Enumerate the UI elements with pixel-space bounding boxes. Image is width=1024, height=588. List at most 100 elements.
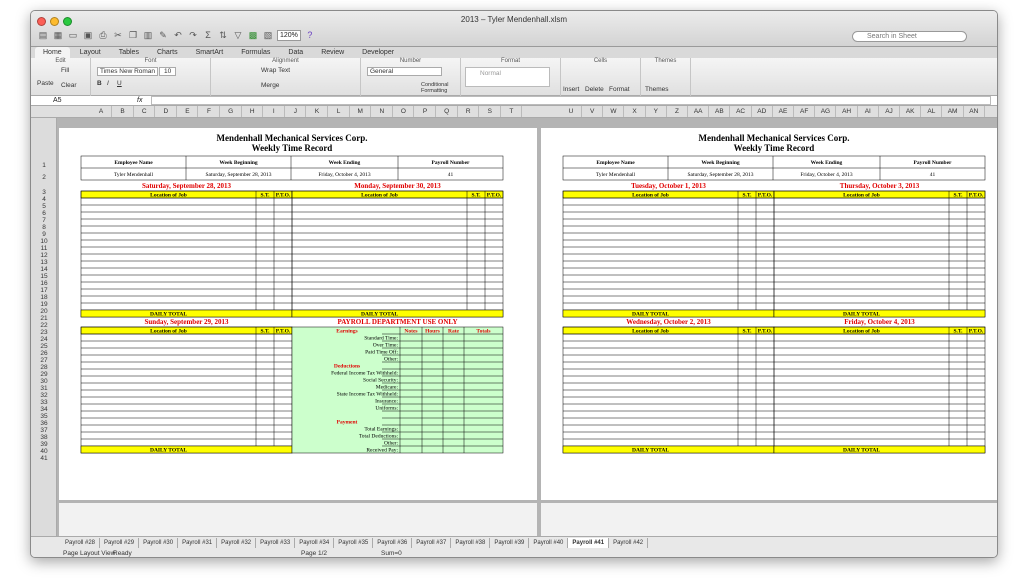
autosum-icon[interactable]: Σ [202, 29, 214, 41]
column-header[interactable]: I [264, 106, 285, 117]
save-icon[interactable]: ▣ [82, 29, 94, 41]
sheet-tab[interactable]: Payroll #30 [139, 538, 179, 548]
column-header[interactable]: AG [815, 106, 837, 117]
sheet-tab[interactable]: Payroll #42 [609, 538, 649, 548]
sheet-tab[interactable]: Payroll #36 [373, 538, 413, 548]
filter-icon[interactable]: ▽ [232, 29, 244, 41]
row-header[interactable]: 27 [31, 357, 57, 364]
row-header[interactable]: 9 [31, 231, 57, 238]
new-icon[interactable]: ▤ [37, 29, 49, 41]
row-header[interactable]: 13 [31, 259, 57, 266]
fx-icon[interactable]: fx [137, 96, 142, 105]
sum-label[interactable]: Sum=0 [381, 548, 402, 557]
sheet-tab[interactable]: Payroll #40 [529, 538, 569, 548]
row-header[interactable]: 17 [31, 287, 57, 294]
row-header[interactable]: 8 [31, 224, 57, 231]
sheet-tab[interactable]: Payroll #38 [451, 538, 491, 548]
italic-icon[interactable]: I [107, 80, 109, 87]
themes-button[interactable]: Themes [645, 86, 668, 93]
column-header[interactable]: Q [437, 106, 458, 117]
row-header[interactable]: 26 [31, 350, 57, 357]
column-header[interactable]: Z [667, 106, 688, 117]
column-header[interactable]: S [480, 106, 501, 117]
column-header[interactable]: AN [964, 106, 985, 117]
row-header[interactable]: 28 [31, 364, 57, 371]
tab-review[interactable]: Review [313, 47, 352, 58]
sheet-tab[interactable]: Payroll #32 [217, 538, 257, 548]
cell-reference[interactable]: A5 [53, 96, 62, 105]
tab-smartart[interactable]: SmartArt [188, 47, 232, 58]
row-header[interactable]: 19 [31, 301, 57, 308]
column-header[interactable]: L [329, 106, 350, 117]
row-header[interactable]: 40 [31, 448, 57, 455]
clear-button[interactable]: Clear [61, 82, 77, 89]
help-icon[interactable]: ? [304, 29, 316, 41]
row-header[interactable]: 18 [31, 294, 57, 301]
tab-charts[interactable]: Charts [149, 47, 186, 58]
row-header[interactable]: 5 [31, 203, 57, 210]
row-header[interactable]: 16 [31, 280, 57, 287]
sheet-tab[interactable]: Payroll #31 [178, 538, 218, 548]
column-header[interactable]: A [91, 106, 112, 117]
sheet-tab[interactable]: Payroll #33 [256, 538, 296, 548]
column-header[interactable]: N [372, 106, 393, 117]
tab-data[interactable]: Data [280, 47, 311, 58]
column-header[interactable]: W [603, 106, 625, 117]
delete-button[interactable]: Delete [585, 86, 604, 93]
sheet-tab[interactable]: Payroll #35 [334, 538, 374, 548]
wrap-text-button[interactable]: Wrap Text [261, 67, 290, 74]
copy-icon[interactable]: ❐ [127, 29, 139, 41]
paste-button[interactable]: Paste [37, 80, 54, 87]
column-header[interactable]: AK [900, 106, 922, 117]
undo-icon[interactable]: ↶ [172, 29, 184, 41]
row-header[interactable]: 6 [31, 210, 57, 217]
row-header[interactable]: 31 [31, 385, 57, 392]
row-header[interactable]: 1 [31, 162, 57, 169]
tab-developer[interactable]: Developer [354, 47, 402, 58]
row-header[interactable]: 22 [31, 322, 57, 329]
row-header[interactable]: 41 [31, 455, 57, 462]
paste-icon[interactable]: ▥ [142, 29, 154, 41]
format-painter-icon[interactable]: ✎ [157, 29, 169, 41]
row-header[interactable]: 30 [31, 378, 57, 385]
column-header[interactable]: X [625, 106, 646, 117]
tab-layout[interactable]: Layout [72, 47, 109, 58]
column-header[interactable]: D [156, 106, 177, 117]
bold-icon[interactable]: B [97, 80, 102, 87]
column-header[interactable]: AI [858, 106, 879, 117]
column-header[interactable]: K [307, 106, 328, 117]
column-header[interactable]: G [221, 106, 242, 117]
style-normal[interactable]: Normal [465, 67, 550, 87]
column-header[interactable]: AA [688, 106, 710, 117]
toolbox-icon[interactable]: ▧ [262, 29, 274, 41]
sheet-tab[interactable]: Payroll #29 [100, 538, 140, 548]
formula-input[interactable] [151, 96, 991, 105]
number-format-select[interactable]: General [367, 67, 442, 76]
row-header[interactable]: 32 [31, 392, 57, 399]
column-header[interactable]: F [199, 106, 220, 117]
column-header[interactable]: R [458, 106, 480, 117]
tab-formulas[interactable]: Formulas [233, 47, 278, 58]
column-header[interactable]: E [177, 106, 199, 117]
column-header[interactable]: AH [837, 106, 858, 117]
column-header[interactable]: V [582, 106, 604, 117]
row-header[interactable]: 39 [31, 441, 57, 448]
fill-button[interactable]: Fill [61, 67, 69, 74]
redo-icon[interactable]: ↷ [187, 29, 199, 41]
column-header[interactable]: AL [921, 106, 943, 117]
column-header[interactable]: M [350, 106, 372, 117]
row-header[interactable]: 23 [31, 329, 57, 336]
template-icon[interactable]: ▦ [52, 29, 64, 41]
font-name-select[interactable]: Times New Roman [97, 67, 159, 76]
column-header[interactable]: AC [731, 106, 752, 117]
column-header[interactable]: P [415, 106, 436, 117]
column-header[interactable]: O [393, 106, 415, 117]
tab-tables[interactable]: Tables [111, 47, 147, 58]
row-header[interactable]: 21 [31, 315, 57, 322]
row-header[interactable]: 10 [31, 238, 57, 245]
row-header[interactable]: 12 [31, 252, 57, 259]
row-header[interactable]: 38 [31, 434, 57, 441]
font-size-select[interactable]: 10 [159, 67, 177, 76]
column-header[interactable]: H [242, 106, 264, 117]
column-header[interactable]: C [134, 106, 156, 117]
